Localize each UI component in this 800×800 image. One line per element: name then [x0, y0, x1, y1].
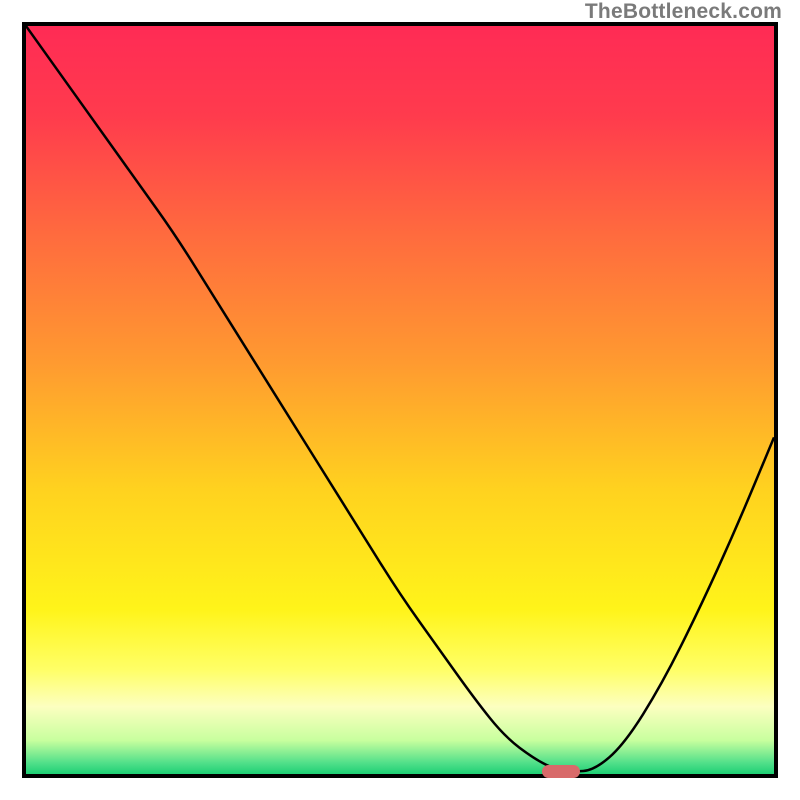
plot-area — [22, 22, 778, 778]
curve-layer — [26, 26, 774, 774]
chart-container: TheBottleneck.com — [0, 0, 800, 800]
watermark-text: TheBottleneck.com — [585, 0, 782, 24]
bottleneck-curve — [26, 26, 774, 771]
optimal-marker — [542, 765, 579, 778]
